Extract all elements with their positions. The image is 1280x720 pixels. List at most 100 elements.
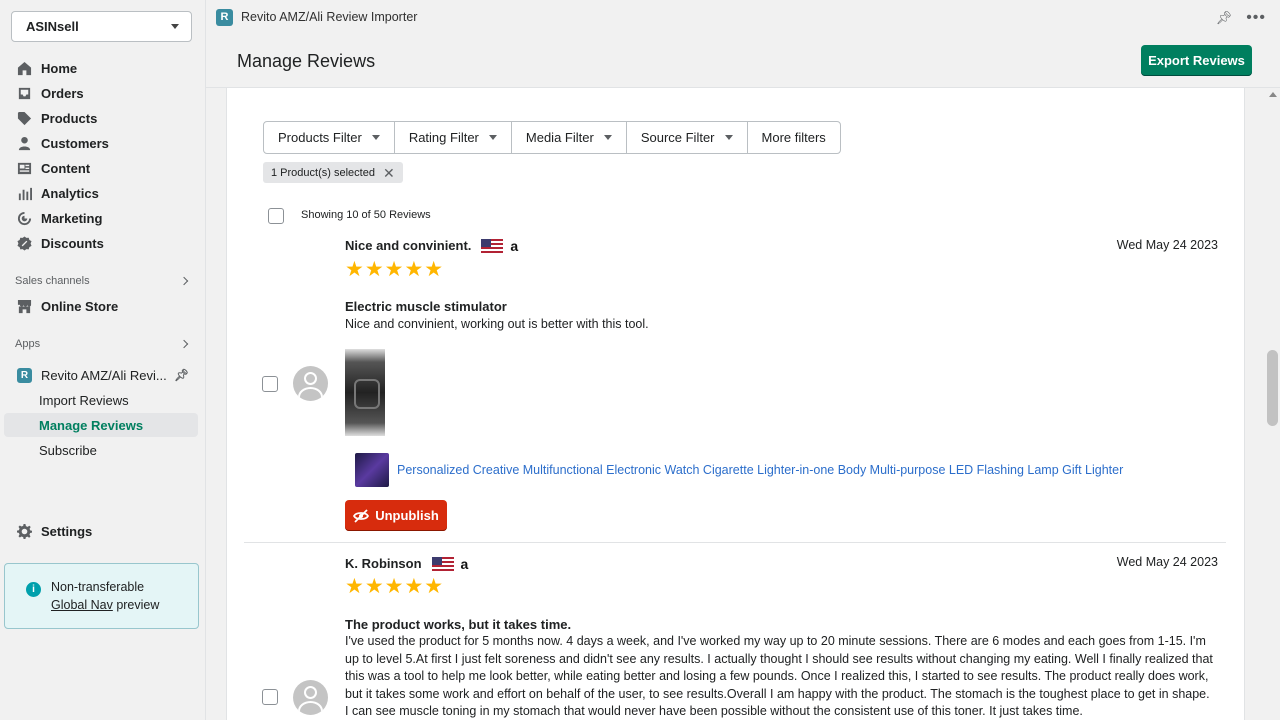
amazon-icon: a	[510, 237, 519, 254]
review-2-checkbox[interactable]	[262, 689, 278, 705]
person-icon	[17, 136, 32, 151]
tag-label: 1 Product(s) selected	[271, 166, 375, 179]
us-flag-icon	[481, 238, 504, 253]
page-title: Manage Reviews	[237, 51, 376, 71]
sub-import-reviews[interactable]: Import Reviews	[39, 393, 129, 408]
notice-line1: Non-transferable	[51, 580, 145, 594]
review-1-body: Nice and convinient, working out is bett…	[345, 317, 649, 331]
nav-label: Orders	[41, 86, 84, 101]
page-header: Manage Reviews Export Reviews	[206, 34, 1280, 88]
nav-discounts[interactable]: Discounts	[0, 231, 206, 256]
selected-products-tag: 1 Product(s) selected ✕	[263, 162, 403, 183]
close-icon[interactable]: ✕	[383, 166, 395, 180]
nav-label: Revito AMZ/Ali Revi...	[41, 368, 167, 383]
review-1-author: Nice and convinient. a	[345, 238, 518, 253]
app-title: Revito AMZ/Ali Review Importer	[241, 10, 418, 24]
nav-label: Analytics	[41, 186, 99, 201]
nav-home[interactable]: Home	[0, 56, 206, 81]
sub-subscribe[interactable]: Subscribe	[39, 443, 97, 458]
notice-line2: preview	[112, 598, 160, 612]
store-icon	[17, 299, 32, 314]
filter-label: More filters	[761, 130, 826, 145]
nav-content[interactable]: Content	[0, 156, 206, 181]
products-filter-button[interactable]: Products Filter	[264, 122, 395, 153]
gear-icon	[17, 524, 32, 539]
info-icon: i	[26, 582, 41, 597]
select-all-checkbox[interactable]	[268, 208, 284, 224]
app-logo-icon: R	[17, 368, 32, 383]
source-filter-button[interactable]: Source Filter	[627, 122, 748, 153]
review-2-body: I've used the product for 5 months now. …	[345, 634, 1213, 718]
scroll-up-icon[interactable]	[1269, 92, 1277, 97]
sub-manage-reviews[interactable]: Manage Reviews	[39, 418, 143, 433]
rating-filter-button[interactable]: Rating Filter	[395, 122, 512, 153]
chevron-down-icon	[371, 135, 380, 140]
export-reviews-button[interactable]: Export Reviews	[1141, 45, 1252, 76]
avatar	[293, 366, 328, 401]
pin-icon[interactable]: 📌︎	[1216, 10, 1233, 26]
review-1-image[interactable]	[345, 349, 385, 436]
review-2-title: The product works, but it takes time.	[345, 617, 572, 632]
showing-count: Showing 10 of 50 Reviews	[301, 209, 431, 221]
apps-label: Apps	[15, 338, 41, 350]
unpublish-button[interactable]: Unpublish	[345, 500, 447, 531]
app-logo-icon: R	[216, 8, 233, 26]
product-link[interactable]: Personalized Creative Multifunctional El…	[397, 463, 1123, 477]
reviewer-name: Nice and convinient.	[345, 238, 472, 253]
nav-analytics[interactable]: Analytics	[0, 181, 206, 206]
filter-label: Source Filter	[640, 130, 715, 145]
chevron-right-icon	[179, 339, 189, 349]
orders-icon	[17, 86, 32, 101]
store-name: ASINsell	[26, 19, 79, 34]
filter-label: Products Filter	[278, 130, 362, 145]
main-nav: Home Orders Products Customers Content A…	[0, 56, 206, 256]
discount-icon	[17, 236, 32, 251]
avatar	[293, 680, 328, 715]
pin-icon[interactable]: 📌︎	[174, 368, 189, 382]
reviewer-name: K. Robinson	[345, 556, 422, 571]
app-topbar: R Revito AMZ/Ali Review Importer 📌︎ •••	[206, 0, 1280, 34]
filter-bar: Products Filter Rating Filter Media Filt…	[263, 121, 841, 154]
scrollbar-thumb[interactable]	[1267, 350, 1278, 426]
nav-orders[interactable]: Orders	[0, 81, 206, 106]
nav-marketing[interactable]: Marketing	[0, 206, 206, 231]
review-2-author: K. Robinson a	[345, 556, 468, 571]
sales-channels-header[interactable]: Sales channels	[15, 275, 189, 287]
nav-online-store[interactable]: Online Store	[0, 294, 206, 319]
nav-app-revito[interactable]: R Revito AMZ/Ali Revi... 📌︎	[0, 363, 206, 388]
apps-header[interactable]: Apps	[15, 338, 189, 350]
content-icon	[17, 161, 32, 176]
more-options-icon[interactable]: •••	[1246, 9, 1266, 27]
review-1-checkbox[interactable]	[262, 376, 278, 392]
media-filter-button[interactable]: Media Filter	[512, 122, 627, 153]
nav-products[interactable]: Products	[0, 106, 206, 131]
nav-label: Settings	[41, 524, 93, 539]
chevron-down-icon	[603, 135, 612, 140]
chevron-down-icon	[171, 24, 179, 29]
nav-customers[interactable]: Customers	[0, 131, 206, 156]
review-1-stars: ★★★★★	[345, 258, 445, 281]
review-2-stars: ★★★★★	[345, 575, 445, 598]
nav-label: Marketing	[41, 211, 103, 226]
sidebar: ASINsell Home Orders Products Customers …	[0, 0, 206, 720]
us-flag-icon	[431, 556, 454, 571]
tag-icon	[17, 111, 32, 126]
filter-label: Media Filter	[525, 130, 594, 145]
amazon-icon: a	[460, 555, 469, 572]
nav-label: Discounts	[41, 236, 104, 251]
home-icon	[17, 61, 32, 76]
review-1-date: Wed May 24 2023	[1116, 238, 1218, 252]
global-nav-notice: i Non-transferable Global Nav preview	[4, 563, 199, 629]
chevron-down-icon	[488, 135, 497, 140]
product-thumbnail	[355, 453, 389, 487]
global-nav-link[interactable]: Global Nav	[51, 598, 113, 612]
nav-label: Customers	[41, 136, 109, 151]
nav-settings[interactable]: Settings	[0, 519, 206, 544]
nav-label: Home	[41, 61, 78, 76]
more-filters-button[interactable]: More filters	[748, 122, 840, 153]
store-selector[interactable]: ASINsell	[11, 11, 192, 42]
sales-channels-label: Sales channels	[15, 275, 90, 287]
marketing-icon	[17, 211, 32, 226]
unpublish-label: Unpublish	[375, 508, 439, 523]
review-1-title: Electric muscle stimulator	[345, 299, 507, 314]
